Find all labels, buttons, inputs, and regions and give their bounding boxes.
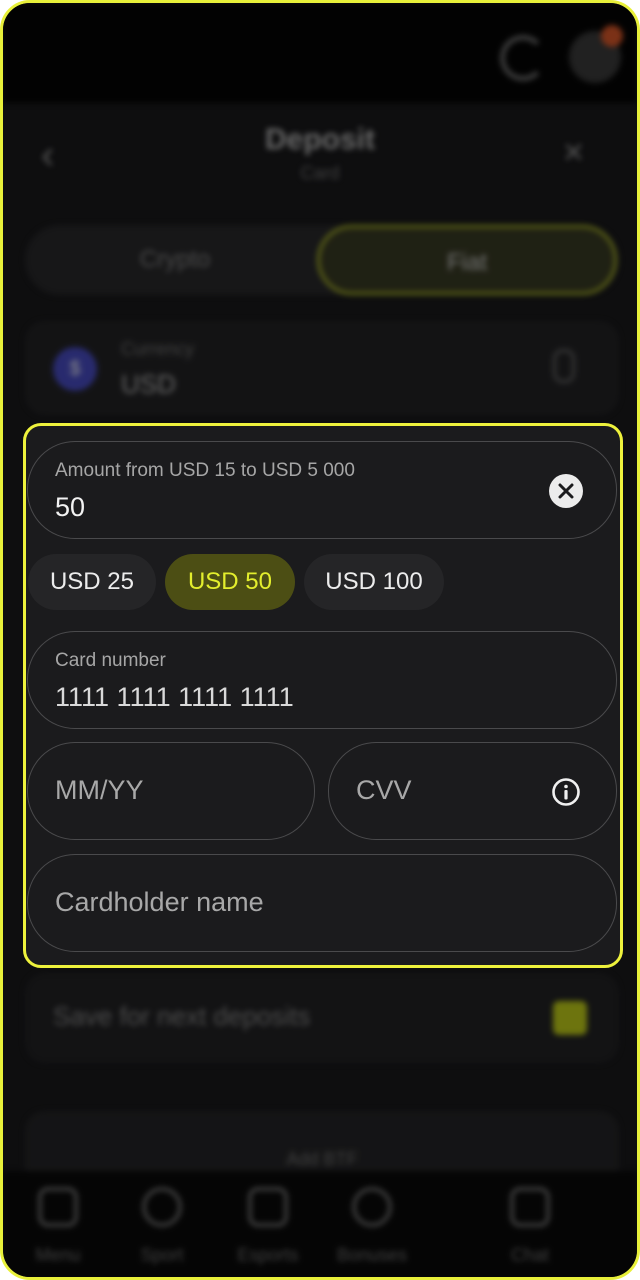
cvv-placeholder: CVV (356, 775, 412, 805)
expiry-placeholder: MM/YY (55, 775, 144, 805)
amount-field[interactable]: Amount from USD 15 to USD 5 000 50 (27, 441, 617, 539)
amount-chip-25[interactable]: USD 25 (28, 554, 156, 610)
card-number-field[interactable]: Card number 1111 1111 1111 1111 (27, 631, 617, 729)
amount-input[interactable]: 50 (55, 492, 85, 523)
card-details-form: Amount from USD 15 to USD 5 000 50 USD 2… (23, 423, 623, 968)
card-number-label: Card number (55, 650, 166, 671)
expiry-field[interactable]: MM/YY (27, 742, 315, 840)
amount-chip-100[interactable]: USD 100 (304, 554, 444, 610)
amount-chip-50[interactable]: USD 50 (165, 554, 295, 610)
cardholder-placeholder: Cardholder name (55, 887, 264, 917)
card-number-input[interactable]: 1111 1111 1111 1111 (55, 682, 294, 713)
phone-frame: ‹ Deposit Card × Crypto Fiat $ Currency … (0, 0, 640, 1280)
info-icon[interactable] (551, 777, 581, 807)
clear-icon[interactable] (549, 474, 583, 508)
cardholder-name-field[interactable]: Cardholder name (27, 854, 617, 952)
cvv-field[interactable]: CVV (328, 742, 617, 840)
amount-label: Amount from USD 15 to USD 5 000 (55, 460, 355, 481)
